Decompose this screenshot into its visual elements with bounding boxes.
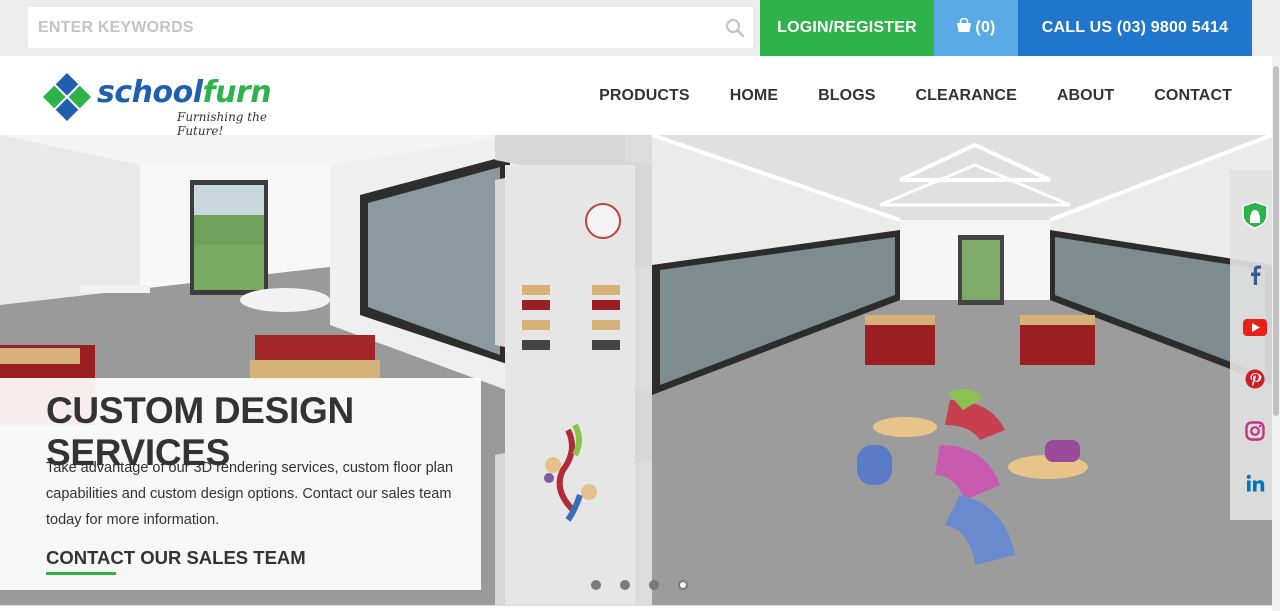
slide-dot-4[interactable] bbox=[678, 580, 688, 590]
cart-button[interactable]: (0) bbox=[934, 0, 1018, 56]
login-register-button[interactable]: LOGIN/REGISTER bbox=[760, 0, 934, 56]
nav-products[interactable]: PRODUCTS bbox=[599, 87, 690, 105]
youtube-icon[interactable] bbox=[1242, 314, 1268, 340]
nav-clearance[interactable]: CLEARANCE bbox=[916, 87, 1017, 105]
cta-underline bbox=[46, 572, 116, 575]
hero-description: Take advantage of our 3D rendering servi… bbox=[46, 460, 454, 528]
scrollbar-thumb[interactable] bbox=[1273, 66, 1279, 416]
slide-dot-1[interactable] bbox=[591, 580, 601, 590]
pinterest-icon[interactable] bbox=[1242, 366, 1268, 392]
schoolfurn-logo[interactable]: schoolfurn Furnishing the Future! bbox=[37, 67, 307, 138]
content-strip bbox=[0, 605, 1272, 611]
call-us-button[interactable]: CALL US (03) 9800 5414 bbox=[1018, 0, 1252, 56]
nav-blogs[interactable]: BLOGS bbox=[818, 87, 875, 105]
main-nav: PRODUCTS HOME BLOGS CLEARANCE ABOUT CONT… bbox=[599, 56, 1232, 135]
instagram-icon[interactable] bbox=[1242, 418, 1268, 444]
linkedin-icon[interactable] bbox=[1242, 470, 1268, 496]
shopping-bag-icon bbox=[956, 17, 972, 38]
nav-contact[interactable]: CONTACT bbox=[1154, 87, 1232, 105]
slide-dot-3[interactable] bbox=[649, 580, 659, 590]
site-header: schoolfurn Furnishing the Future! PRODUC… bbox=[0, 56, 1272, 138]
page-scrollbar[interactable] bbox=[1272, 56, 1280, 611]
cart-count: (0) bbox=[975, 19, 996, 36]
slide-dot-2[interactable] bbox=[620, 580, 630, 590]
top-bar: LOGIN/REGISTER (0) CALL US (03) 9800 541… bbox=[0, 0, 1280, 56]
shield-icon[interactable] bbox=[1242, 201, 1268, 229]
search-input[interactable] bbox=[28, 7, 717, 48]
logo-wordmark: schoolfurn bbox=[97, 75, 272, 110]
nav-home[interactable]: HOME bbox=[730, 87, 778, 105]
contact-sales-link[interactable]: CONTACT OUR SALES TEAM bbox=[46, 547, 306, 569]
hero-caption-panel: CUSTOM DESIGN SERVICES Take advantage of… bbox=[0, 378, 481, 590]
facebook-icon[interactable] bbox=[1242, 262, 1268, 288]
slider-dots bbox=[591, 580, 688, 590]
hero-slider: CUSTOM DESIGN SERVICES Take advantage of… bbox=[0, 135, 1272, 605]
search-bar bbox=[28, 7, 753, 48]
logo-tagline: Furnishing the Future! bbox=[177, 110, 267, 138]
search-icon[interactable] bbox=[717, 7, 753, 48]
nav-about[interactable]: ABOUT bbox=[1057, 87, 1114, 105]
